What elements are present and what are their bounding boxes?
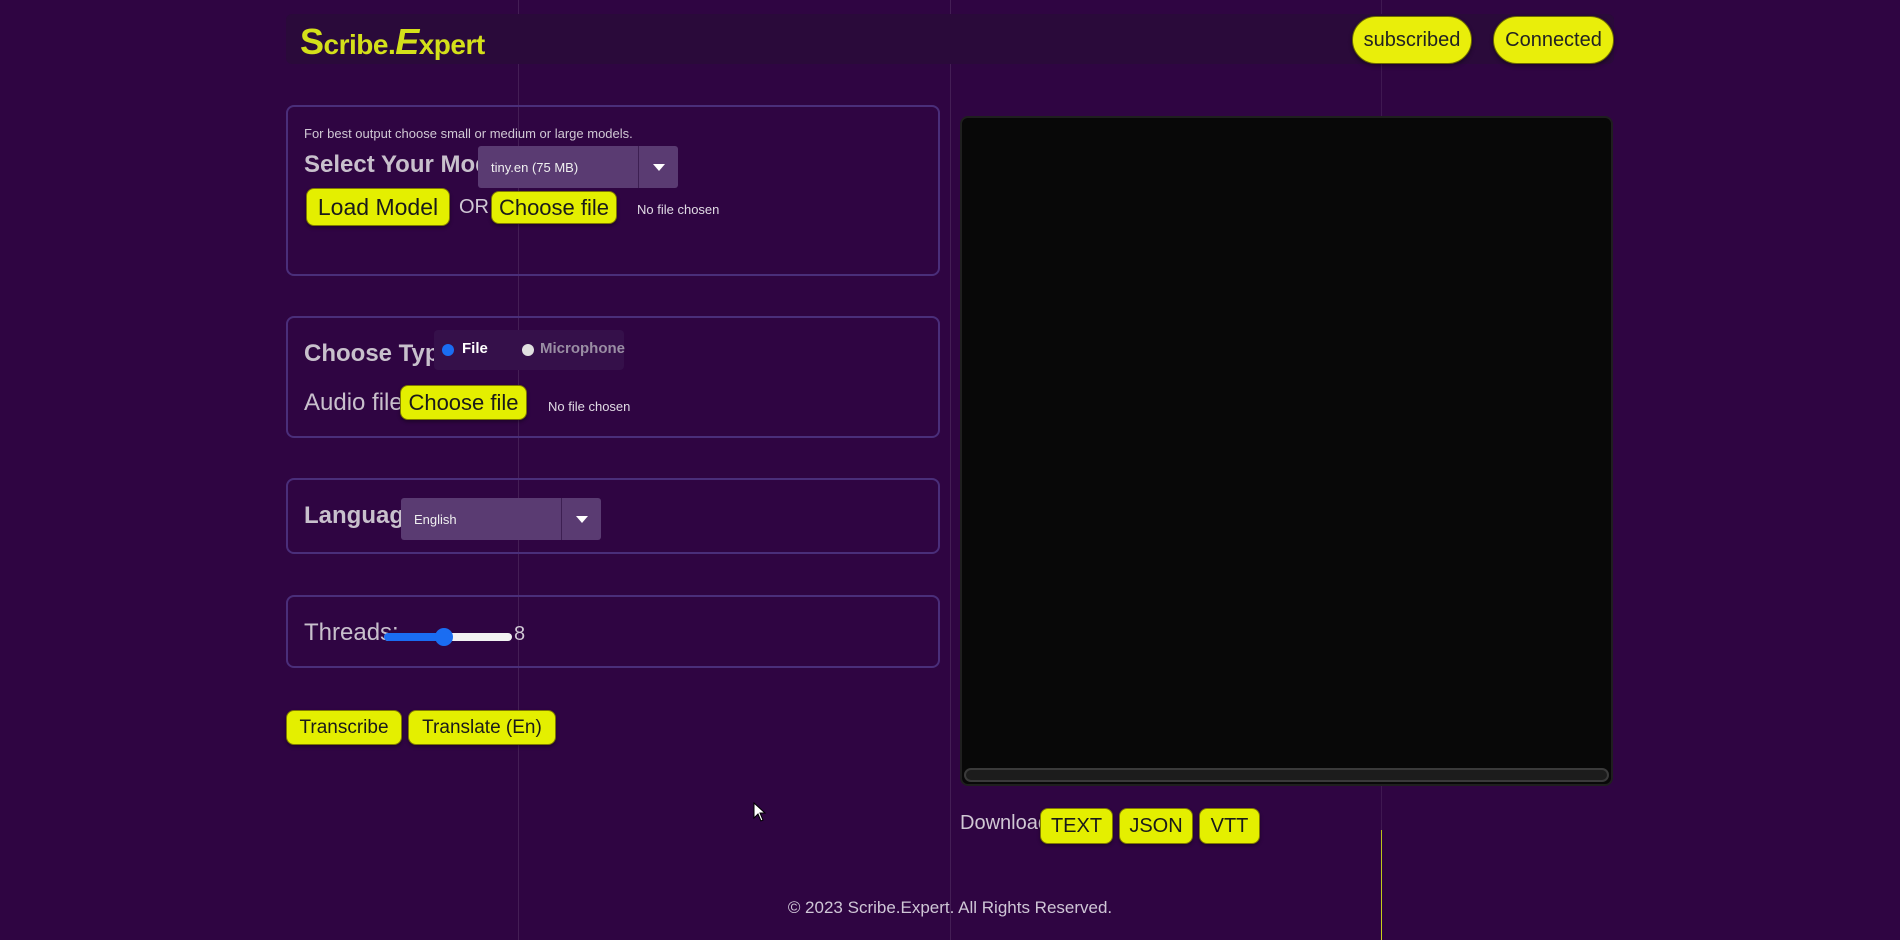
or-label: OR (459, 196, 489, 218)
model-no-file-text: No file chosen (637, 202, 720, 217)
radio-microphone-label[interactable]: Microphone (540, 340, 625, 357)
language-select[interactable]: English (401, 498, 601, 540)
download-vtt-button[interactable]: VTT (1199, 808, 1260, 844)
radio-microphone[interactable] (522, 344, 534, 356)
top-header: Scribe.Expert subscribed Connected (286, 14, 1614, 64)
model-panel: For best output choose small or medium o… (286, 105, 940, 276)
download-text-button[interactable]: TEXT (1040, 808, 1113, 844)
threads-value: 8 (514, 623, 526, 645)
model-note: For best output choose small or medium o… (304, 126, 633, 141)
load-model-button[interactable]: Load Model (306, 188, 450, 226)
threads-slider-thumb[interactable] (435, 628, 454, 646)
translate-button[interactable]: Translate (En) (408, 710, 556, 745)
transcript-output[interactable] (960, 116, 1613, 786)
radio-file-label[interactable]: File (462, 340, 488, 357)
cursor-arrow-icon (753, 801, 767, 827)
type-radio-group: File Microphone (434, 330, 625, 370)
audio-no-file-text: No file chosen (548, 399, 631, 414)
language-select-value: English (414, 511, 457, 527)
guide-line (950, 0, 951, 940)
type-panel: Choose Type: File Microphone Audio file:… (286, 316, 940, 438)
transcribe-button[interactable]: Transcribe (286, 710, 402, 745)
chevron-down-icon (561, 498, 601, 540)
audio-file-label: Audio file: (304, 389, 410, 416)
chevron-down-icon (638, 146, 678, 188)
download-json-button[interactable]: JSON (1119, 808, 1193, 844)
subscribed-button[interactable]: subscribed (1352, 16, 1472, 64)
language-panel: Language: English (286, 478, 940, 554)
model-choose-file-button[interactable]: Choose file (491, 191, 617, 224)
audio-choose-file-button[interactable]: Choose file (400, 385, 527, 420)
connected-button[interactable]: Connected (1493, 16, 1614, 64)
model-select[interactable]: tiny.en (75 MB) (478, 146, 678, 188)
radio-file[interactable] (442, 344, 454, 356)
threads-panel: Threads: 8 (286, 595, 940, 668)
site-logo[interactable]: Scribe.Expert (300, 21, 485, 63)
horizontal-scrollbar[interactable] (964, 768, 1609, 782)
footer-copyright: © 2023 Scribe.Expert. All Rights Reserve… (787, 898, 1113, 917)
threads-slider[interactable] (384, 628, 512, 646)
model-select-value: tiny.en (75 MB) (491, 159, 579, 175)
